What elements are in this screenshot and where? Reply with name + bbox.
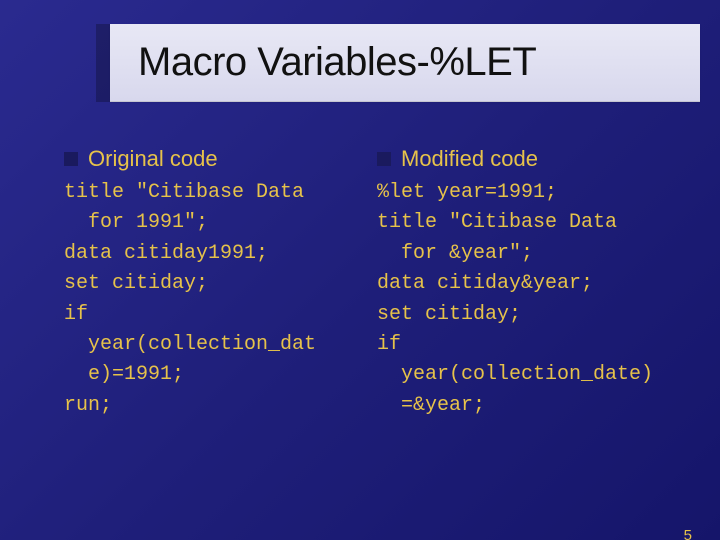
left-code-block: title "Citibase Data for 1991"; data cit… [64, 178, 365, 421]
right-column: Modified code %let year=1991; title "Cit… [377, 142, 678, 421]
left-heading-row: Original code [64, 142, 365, 176]
slide-title: Macro Variables-%LET [138, 40, 536, 85]
right-heading: Modified code [401, 142, 538, 176]
left-column: Original code title "Citibase Data for 1… [64, 142, 365, 421]
right-code-block: %let year=1991; title "Citibase Data for… [377, 178, 678, 421]
right-heading-row: Modified code [377, 142, 678, 176]
title-bar: Macro Variables-%LET [110, 24, 700, 102]
page-number: 5 [684, 527, 692, 540]
square-bullet-icon [377, 152, 391, 166]
left-heading: Original code [88, 142, 218, 176]
square-bullet-icon [64, 152, 78, 166]
content-columns: Original code title "Citibase Data for 1… [0, 142, 720, 421]
